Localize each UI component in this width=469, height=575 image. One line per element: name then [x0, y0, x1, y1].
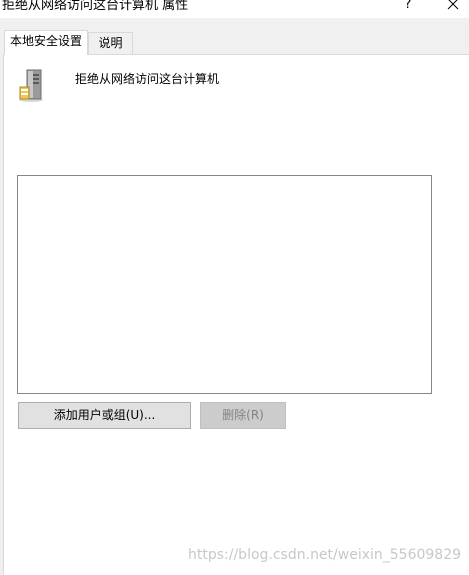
close-button[interactable] [440, 0, 466, 16]
remove-button[interactable]: 删除(R) [200, 402, 286, 429]
properties-dialog: 拒绝从网络访问这台计算机 属性 ? 说明 本地安全设置 拒绝从网络访问这台计算机… [0, 0, 469, 575]
help-button[interactable]: ? [396, 0, 420, 15]
title-bar: 拒绝从网络访问这台计算机 属性 ? [0, 0, 469, 18]
policy-name: 拒绝从网络访问这台计算机 [75, 72, 220, 86]
close-icon [447, 0, 459, 10]
window-title: 拒绝从网络访问这台计算机 属性 [2, 0, 189, 13]
watermark: https://blog.csdn.net/weixin_55609829 [188, 547, 462, 563]
tab-explain[interactable]: 说明 [88, 32, 133, 54]
add-user-or-group-button[interactable]: 添加用户或组(U)... [18, 402, 191, 429]
user-group-list[interactable] [17, 175, 432, 394]
server-computer-icon [19, 69, 43, 102]
tab-local-security-setting[interactable]: 本地安全设置 [4, 30, 88, 55]
